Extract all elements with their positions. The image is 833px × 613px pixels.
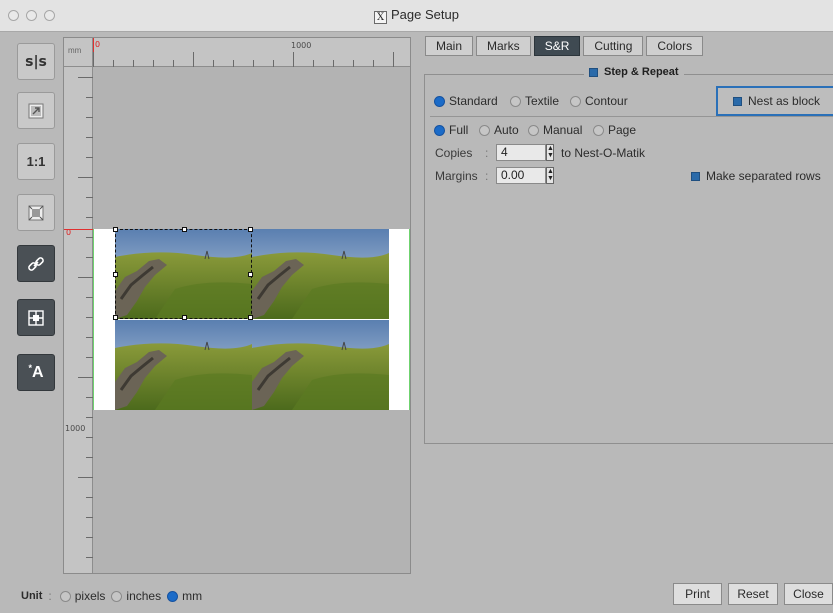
resize-handle[interactable] [113,227,118,232]
fit-page-icon [28,103,44,118]
tab-cutting[interactable]: Cutting [583,36,644,56]
tab-bar: Main Marks S&R Cutting Colors [425,36,706,56]
image-copy[interactable] [115,320,252,410]
radio-icon [510,95,521,107]
ruler-zero-top: 0 [95,40,101,49]
fill-manual[interactable]: Manual [528,123,582,137]
fill-full[interactable]: Full [434,123,468,137]
nest-as-block-checkbox[interactable]: Nest as block [716,86,833,116]
divider [430,116,833,117]
resize-handle[interactable] [248,227,253,232]
ruler-mark-left: 1000 [65,424,86,433]
margins-stepper[interactable]: ▲ ▼ [546,167,554,184]
resize-handle[interactable] [248,315,253,320]
text-icon: *A [28,363,44,381]
copies-stepper[interactable]: ▲ ▼ [546,144,554,161]
auto-text-button[interactable]: *A [17,354,55,391]
resize-handle[interactable] [182,227,187,232]
radio-icon [593,124,604,136]
radio-icon [570,95,581,107]
resize-handle[interactable] [248,272,253,277]
fit-to-window-button[interactable] [17,194,55,231]
unit-inches-radio[interactable] [111,590,123,602]
margins-input[interactable]: 0.00 [496,167,546,184]
make-separated-rows-checkbox[interactable]: Make separated rows [691,169,821,183]
fit-to-page-button[interactable] [17,92,55,129]
image-copy[interactable] [252,320,389,410]
radio-icon [434,95,445,107]
horizontal-ruler [64,38,410,67]
center-icon [28,309,44,326]
mirror-icon: s|s [25,53,47,70]
resize-handle[interactable] [182,315,187,320]
link-icon [28,256,44,271]
copies-suffix: to Nest-O-Matik [561,146,646,160]
landscape-photo-icon [115,320,252,410]
copies-label: Copies [435,146,473,160]
landscape-photo-icon [252,229,389,319]
media-sheet [93,227,410,410]
landscape-photo-icon [252,320,389,410]
app-icon: X [374,11,388,24]
reset-button[interactable]: Reset [728,583,778,605]
radio-icon [479,124,490,136]
tab-main[interactable]: Main [425,36,474,56]
ruler-mark-top: 1000 [291,41,312,50]
page-preview[interactable]: mm 0 1000 0 1000 [63,37,411,574]
copies-input[interactable]: 4 [496,144,546,161]
unit-mm-label: mm [182,589,203,603]
link-button[interactable] [17,245,55,282]
tab-s-r[interactable]: S&R [533,36,581,56]
radio-icon [528,124,539,136]
mode-standard[interactable]: Standard [434,94,498,108]
checkbox-icon [691,171,700,181]
window-title: X Page Setup [0,7,833,24]
fill-auto[interactable]: Auto [479,123,519,137]
ruler-unit: mm [64,38,93,67]
center-button[interactable] [17,299,55,336]
unit-mm-radio[interactable] [167,590,179,602]
unit-pixels-label: pixels [74,589,106,603]
step-repeat-checkbox[interactable] [589,67,598,77]
mirror-button[interactable]: s|s [17,43,55,80]
fit-window-icon [28,205,44,220]
radio-icon [434,124,445,136]
unit-inches-label: inches [126,589,162,603]
step-repeat-group-title[interactable]: Step & Repeat [584,66,684,78]
fill-page[interactable]: Page [593,123,636,137]
mode-contour[interactable]: Contour [570,94,628,108]
close-button[interactable]: Close [784,583,833,605]
actual-size-button[interactable]: 1:1 [17,143,55,180]
image-copy[interactable] [252,229,389,319]
resize-handle[interactable] [113,272,118,277]
margins-label: Margins [435,169,478,183]
checkbox-icon [733,96,742,106]
title-bar: X Page Setup [0,0,833,32]
mode-textile[interactable]: Textile [510,94,559,108]
print-button[interactable]: Print [673,583,722,605]
unit-selector: Unit : pixels inches mm [21,589,203,603]
selection-box[interactable] [113,227,253,320]
tab-colors[interactable]: Colors [646,36,704,56]
tab-marks[interactable]: Marks [476,36,531,56]
unit-label: Unit [21,590,43,602]
unit-pixels-radio[interactable] [59,590,71,602]
actual-size-icon: 1:1 [26,154,46,169]
resize-handle[interactable] [113,315,118,320]
